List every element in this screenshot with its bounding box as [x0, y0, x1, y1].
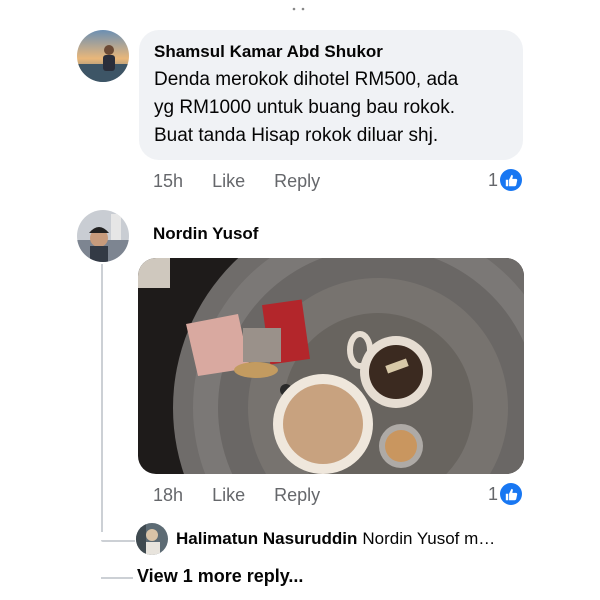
reply-author[interactable]: Halimatun Nasuruddin: [176, 529, 357, 549]
like-thumb-icon: [500, 169, 523, 191]
like-thumb-icon: [500, 483, 523, 505]
comment-text-line: yg RM1000 untuk buang bau rokok.: [154, 97, 456, 118]
comment-timestamp[interactable]: 15h: [153, 171, 183, 191]
reaction-count[interactable]: 1: [488, 483, 523, 505]
comment-text-line: Buat tanda Hisap rokok diluar shj.: [154, 125, 439, 146]
previous-content-fragment: [290, 0, 312, 11]
thread-line-branch: [101, 540, 135, 542]
reaction-count[interactable]: 1: [488, 169, 523, 191]
avatar[interactable]: [77, 30, 129, 82]
comment-actions: 18h Like Reply: [153, 485, 344, 506]
reply-button[interactable]: Reply: [274, 171, 320, 191]
reaction-count-number: 1: [488, 169, 499, 190]
comment-bubble: Shamsul Kamar Abd Shukor Denda merokok d…: [139, 30, 523, 160]
like-button[interactable]: Like: [212, 485, 245, 505]
avatar[interactable]: [77, 210, 129, 262]
reply-button[interactable]: Reply: [274, 485, 320, 505]
comment-timestamp[interactable]: 18h: [153, 485, 183, 505]
photo-attachment[interactable]: [138, 258, 524, 474]
comment-text-line: Denda merokok dihotel RM500, ada: [154, 69, 459, 90]
comment-actions: 15h Like Reply: [153, 171, 344, 192]
reply-preview[interactable]: Halimatun Nasuruddin Nordin Yusof m…: [136, 522, 526, 556]
view-more-replies-link[interactable]: View 1 more reply...: [137, 566, 303, 587]
comment-author[interactable]: Shamsul Kamar Abd Shukor: [154, 42, 507, 62]
reaction-count-number: 1: [488, 483, 499, 504]
thread-line: [101, 264, 103, 532]
avatar[interactable]: [136, 523, 168, 555]
thread-line-branch: [101, 577, 133, 579]
reply-preview-text: Nordin Yusof m…: [362, 529, 496, 548]
comment-text: Denda merokok dihotel RM500, ada yg RM10…: [154, 66, 507, 150]
comment-author[interactable]: Nordin Yusof: [153, 224, 258, 244]
like-button[interactable]: Like: [212, 171, 245, 191]
